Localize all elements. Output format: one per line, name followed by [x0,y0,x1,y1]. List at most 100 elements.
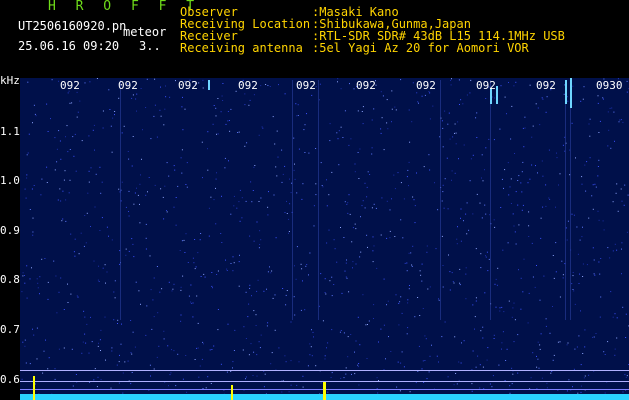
noise-speck [436,355,438,357]
noise-speck [407,327,409,329]
noise-speck [24,188,26,190]
noise-speck [408,288,410,290]
noise-speck [426,251,428,253]
noise-speck [531,242,533,244]
noise-speck [579,273,581,275]
noise-speck [438,299,440,301]
noise-speck [302,183,304,185]
noise-speck [508,300,510,302]
noise-speck [97,345,99,347]
noise-speck [274,329,276,331]
noise-speck [512,213,514,215]
noise-speck [350,334,352,335]
noise-speck [106,271,108,273]
noise-speck [419,270,421,272]
noise-speck [100,192,102,194]
noise-speck [182,96,183,98]
noise-speck [347,202,349,204]
noise-speck [298,148,300,150]
noise-speck [213,105,215,106]
noise-speck [94,206,96,208]
noise-speck [616,337,618,339]
noise-speck [588,217,590,219]
noise-speck [471,383,473,385]
noise-speck [442,191,444,193]
noise-speck [238,261,240,263]
noise-speck [380,91,382,93]
noise-speck [225,123,227,125]
noise-speck [626,231,628,233]
noise-speck [230,370,232,372]
noise-speck [42,372,44,374]
noise-speck [545,205,547,207]
noise-speck [87,192,89,194]
noise-speck [465,298,467,300]
noise-speck [549,332,551,334]
noise-speck [509,385,511,387]
noise-speck [459,284,461,286]
noise-speck [572,386,573,388]
noise-speck [488,258,490,260]
noise-speck [215,187,216,189]
noise-speck [371,119,373,121]
noise-speck [140,303,141,305]
noise-speck [508,194,510,196]
noise-speck [233,350,235,351]
noise-speck [90,167,92,169]
noise-speck [293,169,295,171]
noise-speck [101,217,103,219]
noise-speck [163,218,165,220]
noise-speck [117,319,119,321]
noise-speck [513,85,515,87]
noise-speck [324,355,326,357]
noise-speck [302,375,304,377]
noise-speck [26,154,28,156]
noise-speck [539,299,541,301]
noise-speck [158,345,160,347]
noise-speck [518,175,520,177]
noise-speck [258,201,260,202]
noise-speck [94,368,96,370]
noise-speck [71,102,73,104]
noise-speck [304,152,306,153]
noise-speck [41,258,43,260]
noise-speck [406,262,408,264]
noise-speck [160,188,162,190]
noise-speck [621,248,622,250]
noise-speck [263,386,265,388]
noise-speck [535,165,536,167]
noise-speck [610,147,612,149]
noise-speck [186,186,188,188]
noise-speck [311,355,313,357]
noise-speck [418,102,419,104]
noise-speck [26,297,28,299]
noise-speck [458,361,460,363]
noise-speck [457,226,458,228]
noise-speck [566,239,568,241]
noise-speck [233,195,235,197]
noise-speck [261,126,263,128]
noise-speck [151,328,153,330]
noise-speck [149,364,151,366]
noise-speck [400,182,402,184]
noise-speck [307,365,309,367]
noise-speck [296,384,298,386]
noise-speck [173,165,175,167]
noise-speck [134,346,136,348]
x-tick-7: 092 [416,79,436,92]
noise-speck [337,78,339,80]
noise-speck [410,252,412,254]
noise-speck [29,278,31,280]
noise-speck [580,310,581,312]
noise-speck [386,304,387,306]
noise-speck [73,251,75,253]
noise-speck [32,217,34,219]
noise-speck [251,295,252,297]
noise-speck [409,285,410,286]
noise-speck [610,291,612,293]
noise-speck [256,290,258,292]
noise-speck [98,265,99,267]
noise-speck [31,188,33,190]
noise-speck [258,134,260,136]
noise-speck [213,199,215,201]
